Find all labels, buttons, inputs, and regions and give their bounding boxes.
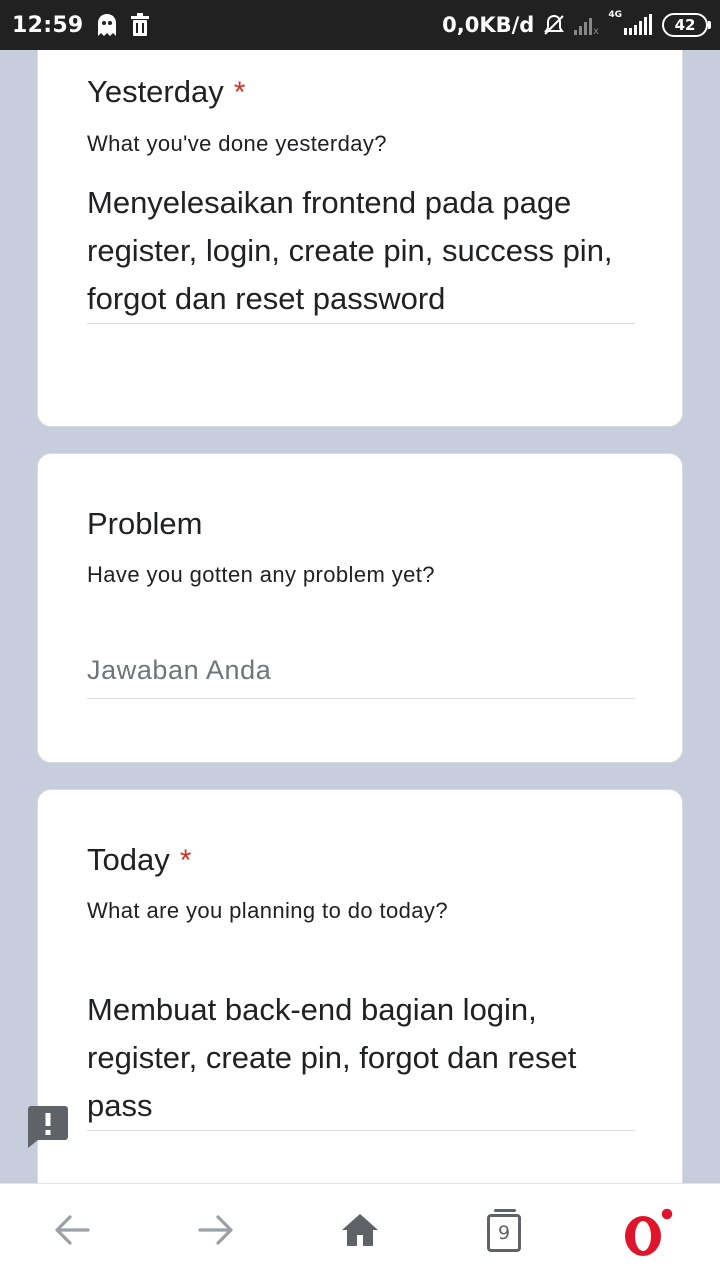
question-title: Problem [87, 506, 203, 541]
data-speed: 0,0KB/d [442, 13, 535, 37]
browser-bottom-bar: 9 [0, 1183, 720, 1280]
input-underline [87, 323, 635, 324]
signal-no-service-icon: x [574, 14, 600, 36]
question-description: What are you planning to do today? [87, 898, 448, 923]
network-type: 4G [608, 10, 622, 20]
answer-input-today[interactable]: Membuat back-end bagian login, register,… [87, 986, 635, 1130]
back-arrow-icon [54, 1214, 90, 1251]
tabs-button[interactable]: 9 [456, 1184, 552, 1280]
required-asterisk: * [179, 844, 192, 877]
feedback-icon[interactable] [28, 1106, 68, 1148]
forward-arrow-icon [198, 1214, 234, 1251]
answer-input-problem[interactable]: Jawaban Anda [87, 652, 635, 688]
question-title-text: Today [87, 842, 170, 877]
forward-button[interactable] [168, 1184, 264, 1280]
question-title: Yesterday * [87, 74, 245, 110]
signal-strength-icon [624, 14, 654, 36]
opera-menu-icon [623, 1206, 674, 1258]
question-card-today: Today * What are you planning to do today… [37, 789, 683, 1183]
svg-text:x: x [593, 26, 599, 36]
question-title-text: Yesterday [87, 74, 224, 109]
status-bar: 12:59 0,0KB/d x 4G 42 [0, 0, 720, 50]
battery-indicator: 42 [662, 13, 711, 37]
answer-input-yesterday[interactable]: Menyelesaikan frontend pada page registe… [87, 179, 635, 323]
tabs-icon: 9 [487, 1208, 521, 1252]
input-underline [87, 1130, 635, 1131]
opera-menu-button[interactable] [600, 1184, 696, 1280]
input-underline [87, 698, 635, 699]
required-asterisk: * [233, 76, 246, 109]
question-card-problem: Problem Have you gotten any problem yet?… [37, 453, 683, 763]
back-button[interactable] [24, 1184, 120, 1280]
question-card-yesterday: Yesterday * What you've done yesterday? M… [37, 50, 683, 427]
status-time: 12:59 [12, 12, 84, 38]
home-button[interactable] [312, 1184, 408, 1280]
question-title: Today * [87, 842, 191, 878]
question-description: Have you gotten any problem yet? [87, 562, 435, 587]
ghost-icon [96, 13, 118, 37]
home-icon [341, 1213, 379, 1252]
form-content: Yesterday * What you've done yesterday? M… [0, 50, 720, 1183]
question-description: What you've done yesterday? [87, 131, 387, 156]
bell-off-icon [542, 13, 566, 37]
trash-icon [130, 13, 150, 37]
